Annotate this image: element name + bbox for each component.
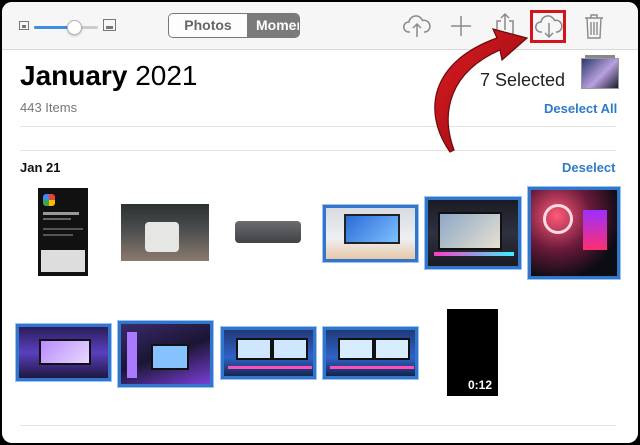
photo-thumbnail-selected[interactable] [323, 205, 418, 262]
photo-detail [338, 338, 374, 360]
title-year: 2021 [135, 60, 198, 91]
add-button[interactable] [446, 11, 476, 41]
deselect-link[interactable]: Deselect [562, 160, 615, 175]
zoom-slider[interactable] [34, 20, 98, 35]
google-photos-icon [43, 194, 55, 206]
tab-photos[interactable]: Photos [169, 14, 247, 37]
small-photo-icon [19, 21, 29, 30]
deselect-all-link[interactable]: Deselect All [544, 101, 617, 116]
photo-detail [43, 218, 71, 220]
photo-thumbnail-selected[interactable] [425, 197, 521, 269]
photo-detail [543, 204, 573, 234]
video-thumbnail[interactable]: 0:12 [447, 309, 498, 396]
photo-detail [583, 210, 607, 250]
divider [20, 126, 616, 127]
photo-thumbnail[interactable] [121, 204, 209, 261]
title-month: January [20, 60, 128, 91]
photo-detail [43, 212, 79, 215]
zoom-slider-knob[interactable] [66, 20, 82, 35]
photo-detail [330, 366, 414, 369]
download-highlight-box [530, 10, 566, 43]
photo-detail [43, 228, 83, 230]
share-icon [496, 12, 514, 39]
photo-thumbnail-selected[interactable] [221, 327, 316, 379]
photo-detail [43, 234, 73, 236]
photo-detail [127, 332, 137, 378]
upload-icon [403, 15, 431, 37]
add-icon [451, 16, 471, 36]
upload-button[interactable] [402, 11, 432, 41]
divider [20, 425, 616, 426]
tab-moments[interactable]: Moments [247, 14, 299, 37]
photo-detail [438, 212, 502, 250]
photo-detail [344, 214, 400, 244]
photo-detail [145, 222, 179, 252]
photo-detail [434, 252, 514, 256]
photo-thumbnail-selected[interactable] [528, 187, 620, 279]
photo-thumbnail[interactable] [232, 217, 305, 245]
photo-thumbnail[interactable] [38, 188, 88, 276]
photos-app-window: Photos Moments [2, 2, 638, 443]
item-count: 443 Items [20, 100, 78, 115]
photo-detail [39, 339, 91, 365]
photo-detail [228, 366, 312, 369]
section-date: Jan 21 [20, 160, 61, 175]
photo-detail [236, 338, 272, 360]
photo-detail [235, 221, 301, 243]
photo-detail [151, 344, 189, 370]
toolbar: Photos Moments [2, 2, 638, 50]
photo-detail [41, 250, 85, 272]
selected-stack-thumbnail [581, 55, 619, 89]
trash-icon [585, 14, 603, 39]
photo-thumbnail-selected[interactable] [16, 324, 111, 381]
selected-count: 7 Selected [480, 70, 566, 90]
photo-thumbnail-selected[interactable] [323, 327, 418, 379]
delete-button[interactable] [579, 11, 609, 41]
page-title: January 2021 [20, 60, 197, 92]
photo-detail [374, 338, 410, 360]
photo-detail [272, 338, 308, 360]
view-segmented-control: Photos Moments [168, 13, 300, 38]
large-photo-icon [103, 19, 116, 31]
photo-thumbnail-selected[interactable] [118, 321, 213, 387]
video-duration: 0:12 [467, 378, 492, 392]
divider [20, 150, 616, 151]
share-button[interactable] [490, 11, 520, 41]
